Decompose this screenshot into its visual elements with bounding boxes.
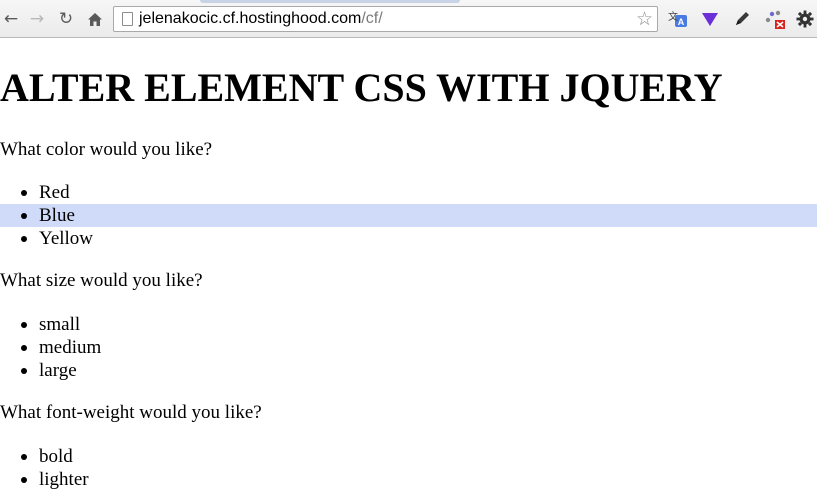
address-bar[interactable]: jelenakocic.cf.hostinghood.com/cf/ ☆ (113, 6, 658, 32)
font-weight-option-bold[interactable]: bold (0, 445, 817, 468)
color-question: What color would you like? (0, 139, 213, 160)
error-extension-button[interactable] (764, 8, 786, 30)
size-option-small[interactable]: small (0, 313, 817, 336)
svg-text:A: A (678, 17, 685, 27)
size-options-list: small medium large (0, 313, 817, 382)
wrench-gear-icon (796, 10, 814, 28)
size-option-large[interactable]: large (0, 359, 817, 382)
forward-button[interactable]: → (26, 8, 48, 30)
color-option-blue[interactable]: Blue (0, 204, 817, 227)
size-question: What size would you like? (0, 270, 203, 291)
vimeo-extension-button[interactable] (699, 8, 721, 30)
dots-error-icon (765, 10, 785, 29)
url-host: jelenakocic.cf.hostinghood.com (139, 10, 362, 27)
color-option-yellow[interactable]: Yellow (0, 227, 817, 250)
settings-button[interactable] (794, 8, 816, 30)
back-button[interactable]: ← (0, 8, 22, 30)
forward-arrow-icon: → (29, 9, 45, 29)
size-option-medium[interactable]: medium (0, 336, 817, 359)
home-button[interactable] (84, 8, 106, 30)
bookmark-star-icon[interactable]: ☆ (636, 8, 653, 30)
page-title: ALTER ELEMENT CSS WITH JQUERY (0, 65, 723, 110)
color-option-red[interactable]: Red (0, 181, 817, 204)
reload-icon: ↻ (58, 9, 74, 29)
down-triangle-icon (702, 13, 718, 26)
pencil-icon (736, 12, 749, 25)
home-icon (88, 12, 102, 26)
translate-extension-button[interactable]: A 文 (667, 8, 689, 30)
pencil-extension-button[interactable] (731, 8, 753, 30)
page-icon (122, 12, 133, 26)
back-arrow-icon: ← (3, 9, 19, 29)
svg-text:文: 文 (668, 10, 678, 23)
color-options-list: Red Blue Yellow (0, 181, 817, 250)
url-path: /cf/ (361, 10, 383, 27)
browser-toolbar: ← → ↻ jelenakocic.cf.hostinghood.com/cf/… (0, 0, 817, 38)
translate-icon: A 文 (668, 10, 687, 27)
font-weight-question: What font-weight would you like? (0, 402, 262, 423)
reload-button[interactable]: ↻ (55, 8, 77, 30)
active-tab-edge (200, 0, 460, 3)
font-weight-option-lighter[interactable]: lighter (0, 468, 817, 491)
font-weight-options-list: bold lighter (0, 445, 817, 491)
